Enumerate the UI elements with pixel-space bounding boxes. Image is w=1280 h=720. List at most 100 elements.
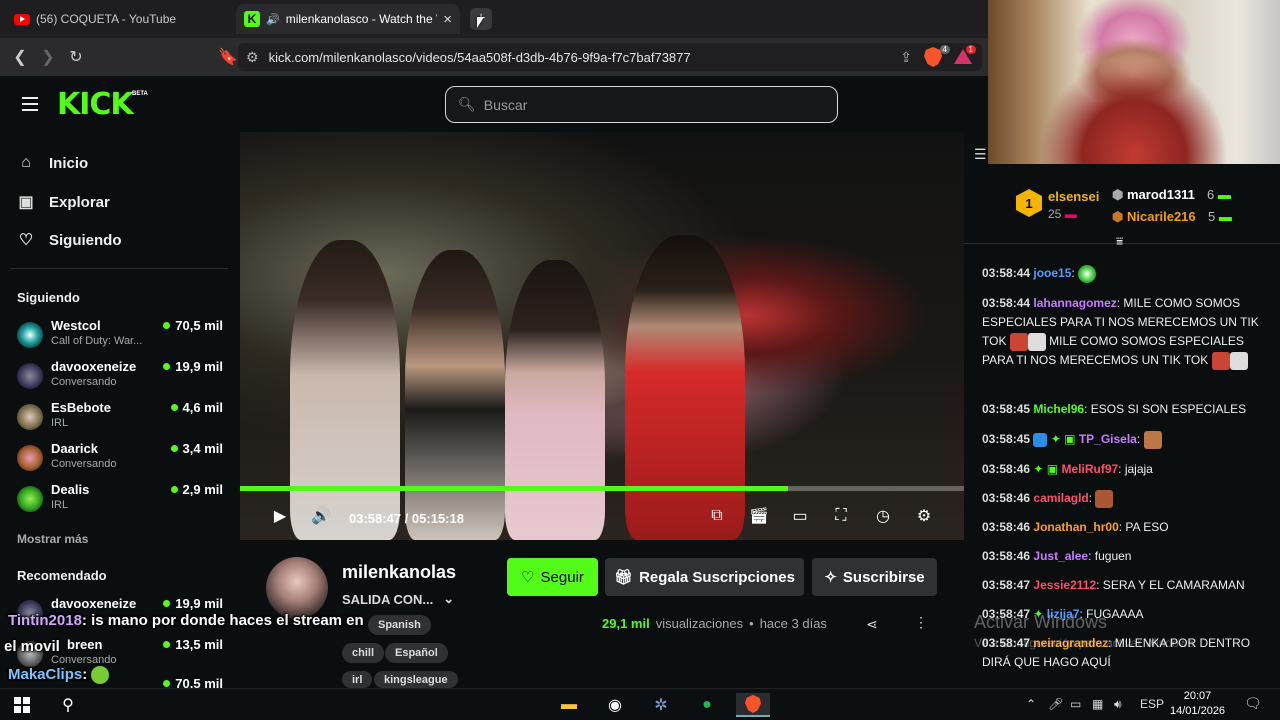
- follow-label: Seguir: [540, 568, 584, 586]
- search-icon[interactable]: ⚲: [56, 693, 80, 717]
- video-progress-bar[interactable]: [240, 486, 964, 491]
- kick-logo[interactable]: KICK: [57, 90, 134, 120]
- chat-menu-icon[interactable]: ☰: [974, 146, 987, 163]
- channel-item[interactable]: Westcol Call of Duty: War... 70,5 mil: [17, 318, 227, 356]
- search-input[interactable]: 🔍︎ Buscar: [445, 86, 838, 123]
- back-icon[interactable]: ❮: [6, 43, 34, 71]
- subscribe-button[interactable]: ✧ Suscribirse: [812, 558, 937, 596]
- overlay-message: el movil: [4, 638, 60, 655]
- sidebar-item-explorar[interactable]: ▣ Explorar: [17, 192, 109, 212]
- count-value: 6: [1207, 187, 1215, 202]
- menu-icon[interactable]: [22, 97, 38, 111]
- notifications-icon[interactable]: 🗨︎: [1244, 695, 1262, 712]
- url-text[interactable]: kick.com/milenkanolasco/videos/54aa508f-…: [269, 50, 691, 65]
- tag-chip[interactable]: Spanish: [368, 615, 431, 635]
- avatar: [17, 404, 43, 430]
- play-icon[interactable]: ▶: [268, 504, 292, 528]
- speaker-icon[interactable]: 🔊: [266, 13, 280, 26]
- settings-icon[interactable]: ⚙: [912, 504, 936, 528]
- channel-item[interactable]: Dealis IRL 2,9 mil: [17, 482, 227, 520]
- chat-username[interactable]: MeliRuf97: [1061, 462, 1118, 476]
- spotify-icon[interactable]: ●: [695, 693, 719, 717]
- playback-speed-icon[interactable]: ◷: [871, 504, 895, 528]
- tab-youtube[interactable]: (56) COQUETA - YouTube: [6, 4, 230, 34]
- miniplayer-icon[interactable]: ⧉: [705, 504, 729, 528]
- tag-chip[interactable]: Español: [385, 643, 448, 663]
- theater-mode-icon[interactable]: ▭: [788, 504, 812, 528]
- brave-taskbar-icon[interactable]: [736, 693, 770, 717]
- chat-username[interactable]: jooe15: [1033, 266, 1071, 280]
- chevron-down-icon[interactable]: ⌄: [443, 591, 454, 607]
- tab-kick[interactable]: K 🔊 milenkanolasco - Watch the V ×: [236, 4, 460, 34]
- beta-badge: BETA: [132, 91, 148, 97]
- follow-button[interactable]: ♡ Seguir: [507, 558, 598, 596]
- file-explorer-icon[interactable]: ▬: [557, 693, 581, 717]
- live-dot-icon: [170, 486, 178, 493]
- site-settings-icon[interactable]: ⚙: [246, 49, 259, 66]
- tag-chip[interactable]: chill: [342, 643, 385, 663]
- language-indicator[interactable]: ESP: [1140, 697, 1164, 711]
- gift-icon: 🎁︎: [614, 569, 634, 586]
- more-options-icon[interactable]: ⋮: [914, 614, 928, 631]
- channel-item[interactable]: Daarick Conversando 3,4 mil: [17, 441, 227, 479]
- davinci-icon[interactable]: ✲: [649, 693, 673, 717]
- leader-second[interactable]: ⬢ marod1311: [1112, 187, 1195, 203]
- volume-icon[interactable]: 🔊︎: [1114, 697, 1122, 712]
- volume-icon[interactable]: 🔊: [309, 504, 333, 528]
- fullscreen-icon[interactable]: ⛶: [829, 504, 853, 528]
- tag-chip[interactable]: kingsleague: [374, 671, 458, 688]
- clip-icon[interactable]: 🎬︎: [747, 504, 771, 528]
- channel-item[interactable]: EsBebote IRL 4,6 mil: [17, 400, 227, 438]
- chat-username[interactable]: Jessie2112: [1033, 578, 1096, 592]
- channel-category: IRL: [51, 499, 69, 511]
- duration: 05:15:18: [411, 511, 464, 526]
- video-age: hace 3 días: [759, 616, 827, 631]
- reload-icon[interactable]: ↻: [62, 43, 90, 71]
- close-tab-icon[interactable]: ×: [443, 11, 452, 28]
- live-dot-icon: [163, 680, 171, 687]
- channel-name: Westcol: [51, 318, 101, 333]
- system-clock[interactable]: 20:07 14/01/2026: [1170, 689, 1225, 719]
- chat-username[interactable]: lahannagomez: [1033, 296, 1116, 310]
- message-text: :: [1071, 266, 1075, 280]
- address-bar[interactable]: ⚙ kick.com/milenkanolasco/videos/54aa508…: [238, 43, 982, 71]
- chevron-up-icon[interactable]: ⌃: [1026, 697, 1036, 711]
- chat-message: 03:58:45 Michel96: ESOS SI SON ESPECIALE…: [982, 400, 1262, 419]
- video-title[interactable]: SALIDA CON... ⌄: [342, 591, 454, 607]
- leader-name[interactable]: elsensei: [1048, 189, 1099, 204]
- sidebar-item-siguiendo[interactable]: ♡ Siguiendo: [17, 230, 122, 250]
- recommended-heading: Recomendado: [17, 568, 107, 583]
- share-icon[interactable]: ⋖: [866, 616, 878, 633]
- tag-chip[interactable]: irl: [342, 671, 373, 688]
- message-text: : jajaja: [1118, 462, 1153, 476]
- collapse-icon[interactable]: ⩸: [1116, 234, 1123, 249]
- chat-username[interactable]: TP_Gisela: [1079, 432, 1137, 446]
- brave-logo-icon: [745, 695, 761, 713]
- chat-username[interactable]: camilagld: [1033, 491, 1088, 505]
- battery-icon[interactable]: ▭: [1070, 697, 1081, 711]
- microphone-icon[interactable]: 🎤︎: [1048, 697, 1063, 711]
- views-label: visualizaciones: [655, 616, 744, 631]
- video-player[interactable]: ▶ 🔊 03:58:47 / 05:15:18 ⧉ 🎬︎ ▭ ⛶ ◷ ⚙: [240, 132, 964, 540]
- streamer-avatar[interactable]: [266, 557, 328, 619]
- leader-count: 5 ▬: [1208, 209, 1232, 224]
- share-icon[interactable]: ⇪: [900, 49, 912, 66]
- network-icon[interactable]: ▦: [1092, 697, 1103, 711]
- windows-start-icon[interactable]: [10, 693, 34, 717]
- video-figure: [505, 260, 605, 540]
- gift-subs-button[interactable]: 🎁︎ Regala Suscripciones: [605, 558, 804, 596]
- viewer-count: 3,4 mil: [182, 441, 223, 456]
- obs-icon[interactable]: ◉: [603, 693, 627, 717]
- show-more-link[interactable]: Mostrar más: [17, 532, 88, 546]
- forward-icon[interactable]: ❯: [34, 43, 62, 71]
- streamer-name[interactable]: milenkanolas: [342, 562, 456, 583]
- sidebar-item-inicio[interactable]: ⌂ Inicio: [17, 154, 88, 172]
- chat-message: 03:58:46 Just_alee: fuguen: [982, 547, 1262, 566]
- channel-name: Daarick: [51, 441, 98, 456]
- chat-username[interactable]: Just_alee: [1033, 549, 1088, 563]
- chat-username[interactable]: Michel96: [1033, 402, 1084, 416]
- chat-username[interactable]: Jonathan_hr00: [1033, 520, 1118, 534]
- channel-item[interactable]: davooxeneize Conversando 19,9 mil: [17, 359, 227, 397]
- rank-2-icon: ⬢: [1112, 187, 1124, 202]
- leader-third[interactable]: ⬢ Nicarile216: [1112, 209, 1196, 225]
